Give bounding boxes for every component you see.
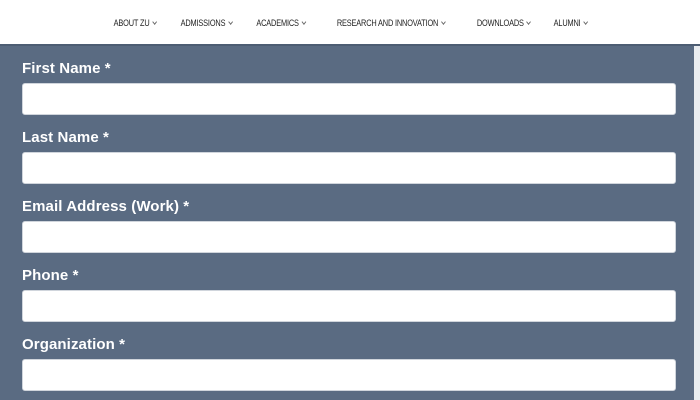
chevron-down-icon <box>152 18 157 25</box>
phone-input[interactable] <box>22 290 676 322</box>
nav-item-admissions[interactable]: ADMISSIONS <box>180 18 233 28</box>
contact-form: First Name * Last Name * Email Address (… <box>0 44 700 400</box>
nav-item-research-and-innovation[interactable]: RESEARCH AND INNOVATION <box>337 18 446 28</box>
nav-item-label: RESEARCH AND INNOVATION <box>337 18 439 28</box>
organization-group: Organization * <box>22 336 676 391</box>
organization-label: Organization * <box>22 336 126 353</box>
last-name-group: Last Name * <box>22 129 676 184</box>
nav-item-label: ACADEMICS <box>256 18 300 28</box>
first-name-label: First Name * <box>22 60 111 77</box>
chevron-down-icon <box>583 18 588 25</box>
first-name-group: First Name * <box>22 60 676 115</box>
main-navigation: ABOUT ZU ADMISSIONS ACADEMICS RESEARCH A… <box>0 0 700 44</box>
nav-item-academics[interactable]: ACADEMICS <box>256 18 307 28</box>
nav-item-label: ADMISSIONS <box>180 18 226 28</box>
chevron-down-icon <box>227 18 233 25</box>
nav-item-downloads[interactable]: DOWNLOADS <box>476 18 531 28</box>
nav-item-label: ABOUT ZU <box>113 18 150 28</box>
phone-group: Phone * <box>22 267 676 322</box>
last-name-label: Last Name * <box>22 129 109 146</box>
nav-item-label: DOWNLOADS <box>476 18 524 28</box>
phone-label: Phone * <box>22 267 79 284</box>
nav-item-label: ALUMNI <box>553 18 581 28</box>
first-name-input[interactable] <box>22 83 676 115</box>
chevron-down-icon <box>301 18 307 25</box>
nav-item-alumni[interactable]: ALUMNI <box>553 18 588 28</box>
email-group: Email Address (Work) * <box>22 198 676 253</box>
last-name-input[interactable] <box>22 152 676 184</box>
chevron-down-icon <box>526 18 531 25</box>
email-label: Email Address (Work) * <box>22 198 190 215</box>
organization-input[interactable] <box>22 359 676 391</box>
nav-item-about-zu[interactable]: ABOUT ZU <box>113 18 157 28</box>
chevron-down-icon <box>440 18 446 25</box>
email-input[interactable] <box>22 221 676 253</box>
